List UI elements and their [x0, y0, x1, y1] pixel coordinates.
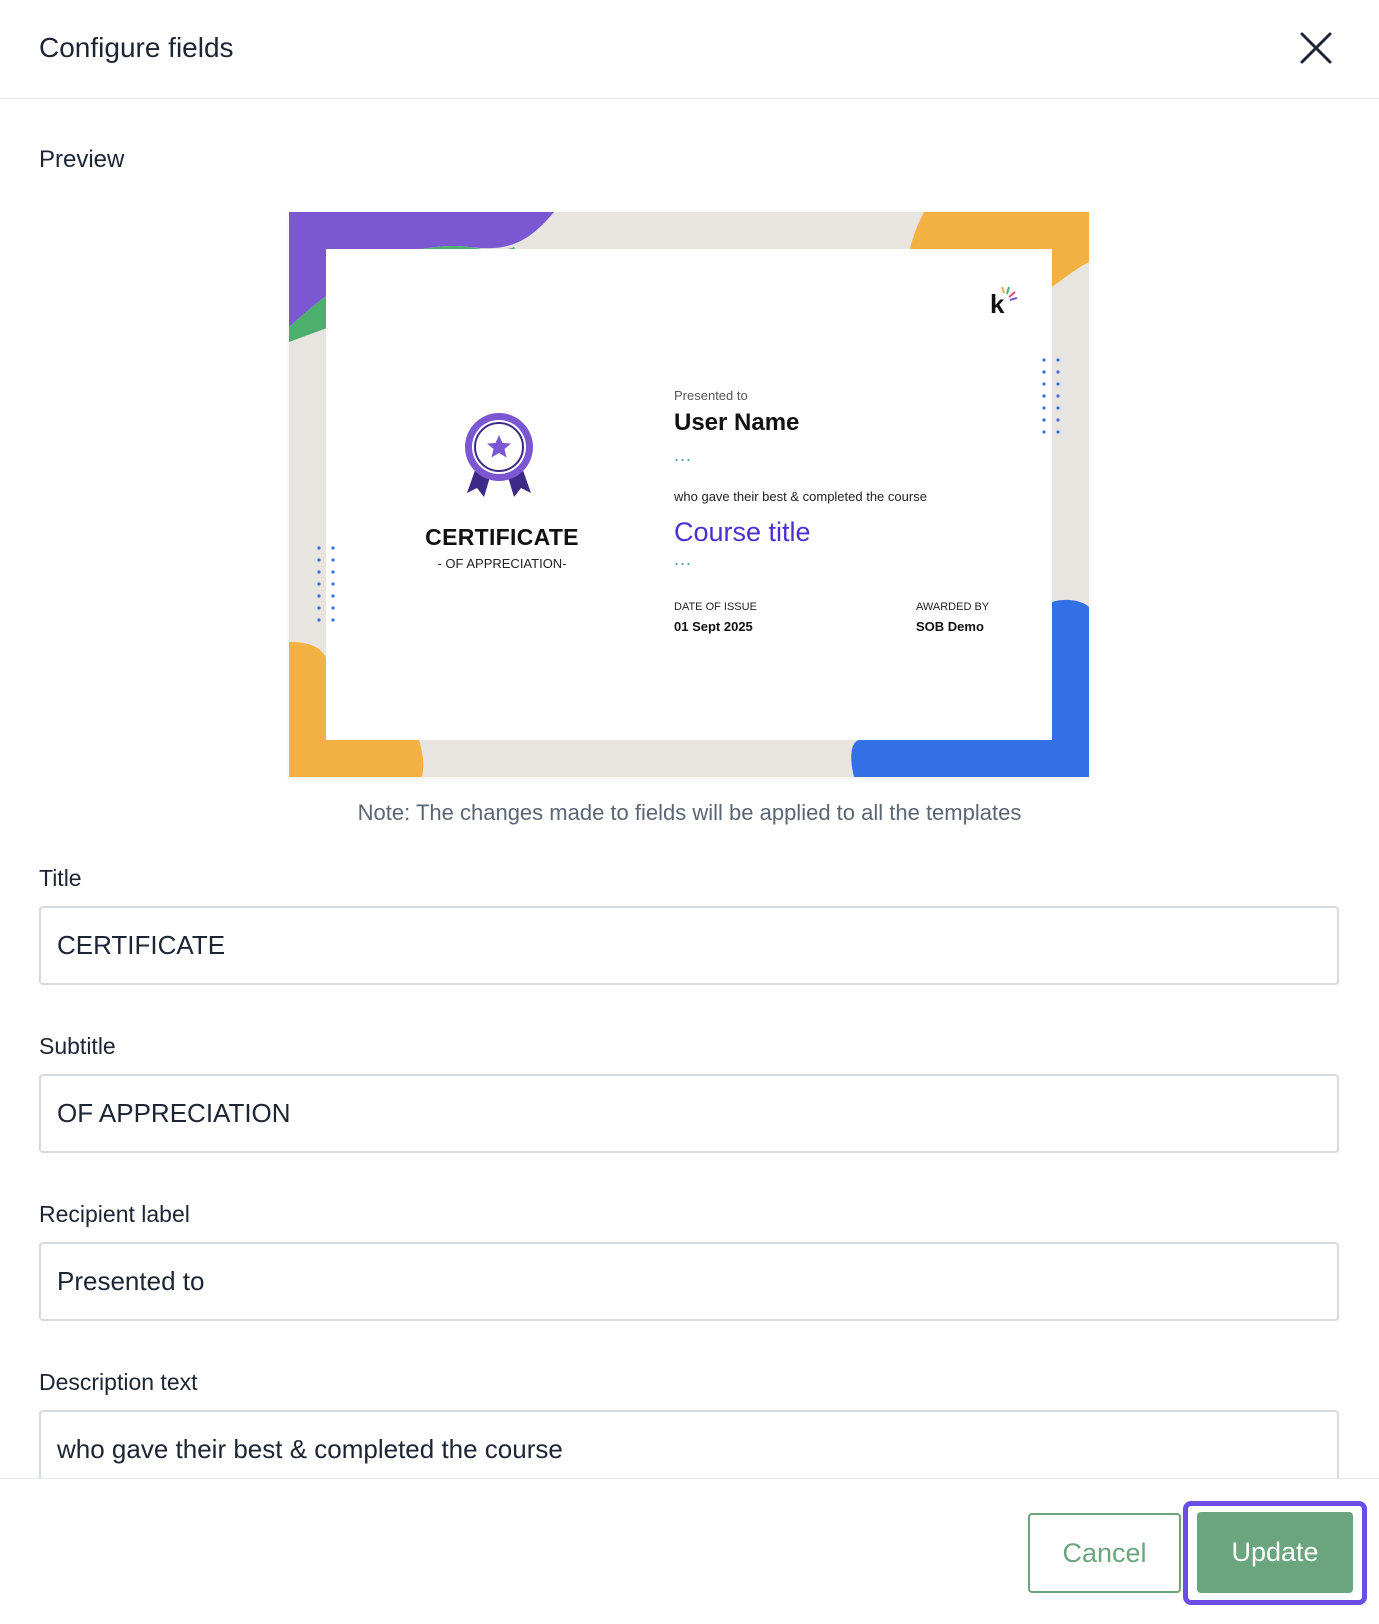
close-icon[interactable]: [1296, 28, 1336, 68]
description-field[interactable]: [39, 1410, 1339, 1478]
recipient-label-field-label: Recipient label: [39, 1201, 190, 1227]
dialog-footer: Cancel Update: [0, 1478, 1379, 1624]
fields-note: Note: The changes made to fields will be…: [357, 800, 1022, 825]
recipient-label-field[interactable]: [39, 1242, 1339, 1321]
description-field-label: Description text: [39, 1369, 198, 1395]
subtitle-field[interactable]: [39, 1074, 1339, 1153]
title-field-label: Title: [39, 865, 82, 891]
cancel-button[interactable]: Cancel: [1028, 1513, 1181, 1593]
dialog-body: Preview k CERTIFICATE - OF APPRECIATION-…: [0, 100, 1379, 1478]
update-button[interactable]: Update: [1197, 1512, 1353, 1593]
certificate-preview: k CERTIFICATE - OF APPRECIATION- Present…: [289, 212, 1089, 777]
dialog-title: Configure fields: [39, 32, 234, 63]
subtitle-field-label: Subtitle: [39, 1033, 116, 1059]
title-field[interactable]: [39, 906, 1339, 985]
preview-label: Preview: [39, 146, 125, 173]
dot-pattern-decoration: [317, 358, 1060, 622]
dialog-header: Configure fields: [0, 0, 1379, 99]
